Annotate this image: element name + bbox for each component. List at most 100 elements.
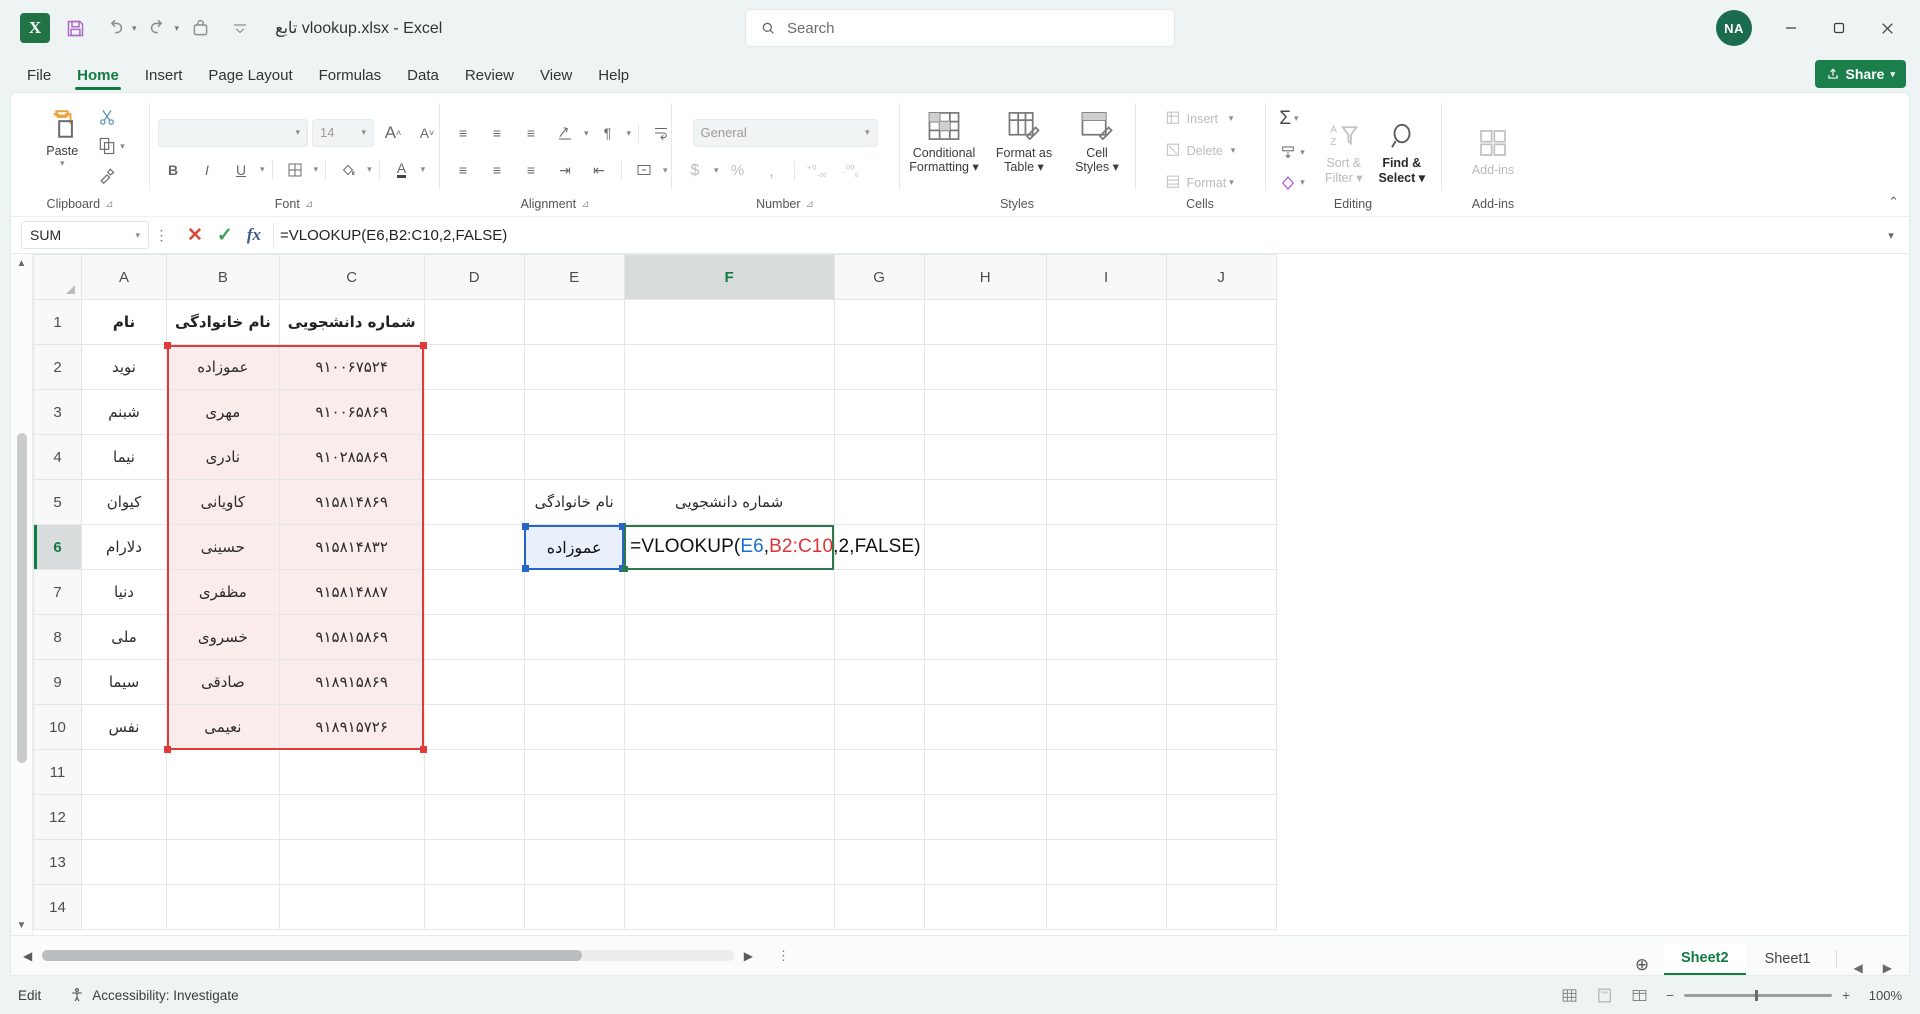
cell-D14[interactable] [423,884,525,930]
increase-indent-icon[interactable]: ⇤ [584,156,614,184]
row-header-3[interactable]: 3 [33,389,82,435]
cell-A1[interactable]: نام [81,299,167,345]
column-header-F[interactable]: F [623,254,835,300]
cell-H8[interactable] [923,614,1047,660]
row-header-12[interactable]: 12 [33,794,82,840]
cell-D5[interactable] [423,479,525,525]
cell-I4[interactable] [1045,434,1167,480]
tab-help[interactable]: Help [585,62,642,92]
cell-G10[interactable] [833,704,925,750]
percent-icon[interactable]: % [723,157,753,185]
cell-I9[interactable] [1045,659,1167,705]
cell-F14[interactable] [623,884,835,930]
tab-file[interactable]: File [14,62,64,92]
cell-F13[interactable] [623,839,835,885]
cell-A11[interactable] [81,749,167,795]
column-header-C[interactable]: C [278,254,425,300]
cell-H9[interactable] [923,659,1047,705]
horizontal-scrollbar[interactable]: ◀ ▶ ⋮ [11,948,791,964]
cell-J6[interactable] [1165,524,1277,570]
cell-J10[interactable] [1165,704,1277,750]
cell-J13[interactable] [1165,839,1277,885]
column-header-I[interactable]: I [1045,254,1167,300]
name-box[interactable]: SUM ▾ [21,221,149,249]
cell-B1[interactable]: نام خانوادگی [166,299,280,345]
cell-J2[interactable] [1165,344,1277,390]
cell-J4[interactable] [1165,434,1277,480]
font-dialog-launcher-icon[interactable]: ⊿ [305,199,313,210]
touch-mode-icon[interactable] [181,9,219,47]
vertical-scroll-thumb[interactable] [16,432,27,763]
vertical-scrollbar[interactable]: ▲ ▼ [11,254,33,935]
cell-G14[interactable] [833,884,925,930]
row-header-6[interactable]: 6 [33,524,82,570]
cell-C2[interactable]: ۹۱۰۰۶۷۵۲۴ [278,344,425,390]
merge-cells-icon[interactable] [629,156,659,184]
decrease-font-size-icon[interactable]: A ˅ [412,119,442,147]
format-cells-button[interactable]: Format ▾ [1161,170,1240,196]
cell-C10[interactable]: ۹۱۸۹۱۵۷۲۶ [278,704,425,750]
next-sheet-icon[interactable]: ▶ [1874,961,1901,975]
column-header-G[interactable]: G [833,254,925,300]
cell-J12[interactable] [1165,794,1277,840]
accessibility-status[interactable]: Accessibility: Investigate [69,987,239,1003]
align-right-icon[interactable]: ≡ [516,156,546,184]
row-header-8[interactable]: 8 [33,614,82,660]
cell-J11[interactable] [1165,749,1277,795]
currency-icon[interactable]: $ [680,157,710,185]
cell-B11[interactable] [166,749,280,795]
cell-B2[interactable]: عموزاده [166,344,280,390]
cell-I13[interactable] [1045,839,1167,885]
cell-B10[interactable]: نعیمی [166,704,280,750]
cell-A12[interactable] [81,794,167,840]
cell-F1[interactable] [623,299,835,345]
cell-D12[interactable] [423,794,525,840]
cell-A2[interactable]: نوید [81,344,167,390]
zoom-in-icon[interactable]: + [1842,988,1850,1003]
save-icon[interactable] [56,9,94,47]
previous-sheet-icon[interactable]: ◀ [1845,961,1872,975]
cell-H6[interactable] [923,524,1047,570]
cell-H11[interactable] [923,749,1047,795]
cell-E7[interactable] [523,569,625,615]
normal-view-icon[interactable] [1561,987,1578,1004]
row-header-1[interactable]: 1 [33,299,82,345]
cell-C4[interactable]: ۹۱۰۲۸۵۸۶۹ [278,434,425,480]
cell-F4[interactable] [623,434,835,480]
column-header-D[interactable]: D [423,254,525,300]
cell-G1[interactable] [833,299,925,345]
cell-B13[interactable] [166,839,280,885]
cell-B12[interactable] [166,794,280,840]
tab-insert[interactable]: Insert [132,62,196,92]
cell-B3[interactable]: مهری [166,389,280,435]
cell-I1[interactable] [1045,299,1167,345]
cell-C14[interactable] [278,884,425,930]
minimize-button[interactable] [1768,7,1814,49]
zoom-slider[interactable] [1684,989,1833,1001]
insert-cells-button[interactable]: Insert ▾ [1161,106,1240,132]
scroll-left-icon[interactable]: ◀ [23,949,32,963]
align-bottom-icon[interactable]: ≡ [516,119,546,147]
delete-cells-button[interactable]: Delete ▾ [1161,138,1240,164]
sheet-tab-sheet1[interactable]: Sheet1 [1748,943,1828,975]
row-header-13[interactable]: 13 [33,839,82,885]
cell-B5[interactable]: کاویانی [166,479,280,525]
cell-J9[interactable] [1165,659,1277,705]
cell-F5[interactable]: شماره دانشجویی [623,479,835,525]
cell-H4[interactable] [923,434,1047,480]
cell-A9[interactable]: سیما [81,659,167,705]
editing-cell-F6[interactable]: =VLOOKUP(E6, B2:C10,2,FALSE) [622,524,921,572]
row-header-4[interactable]: 4 [33,434,82,480]
cell-I3[interactable] [1045,389,1167,435]
cell-F3[interactable] [623,389,835,435]
cell-E9[interactable] [523,659,625,705]
align-top-icon[interactable]: ≡ [448,119,478,147]
cell-G13[interactable] [833,839,925,885]
addins-button[interactable]: Add-ins [1462,119,1524,177]
italic-button[interactable]: I [192,156,222,184]
format-painter-button[interactable] [93,162,129,188]
cell-A4[interactable]: نیما [81,434,167,480]
cell-D8[interactable] [423,614,525,660]
align-middle-icon[interactable]: ≡ [482,119,512,147]
clear-button[interactable]: ▾ [1275,170,1309,196]
